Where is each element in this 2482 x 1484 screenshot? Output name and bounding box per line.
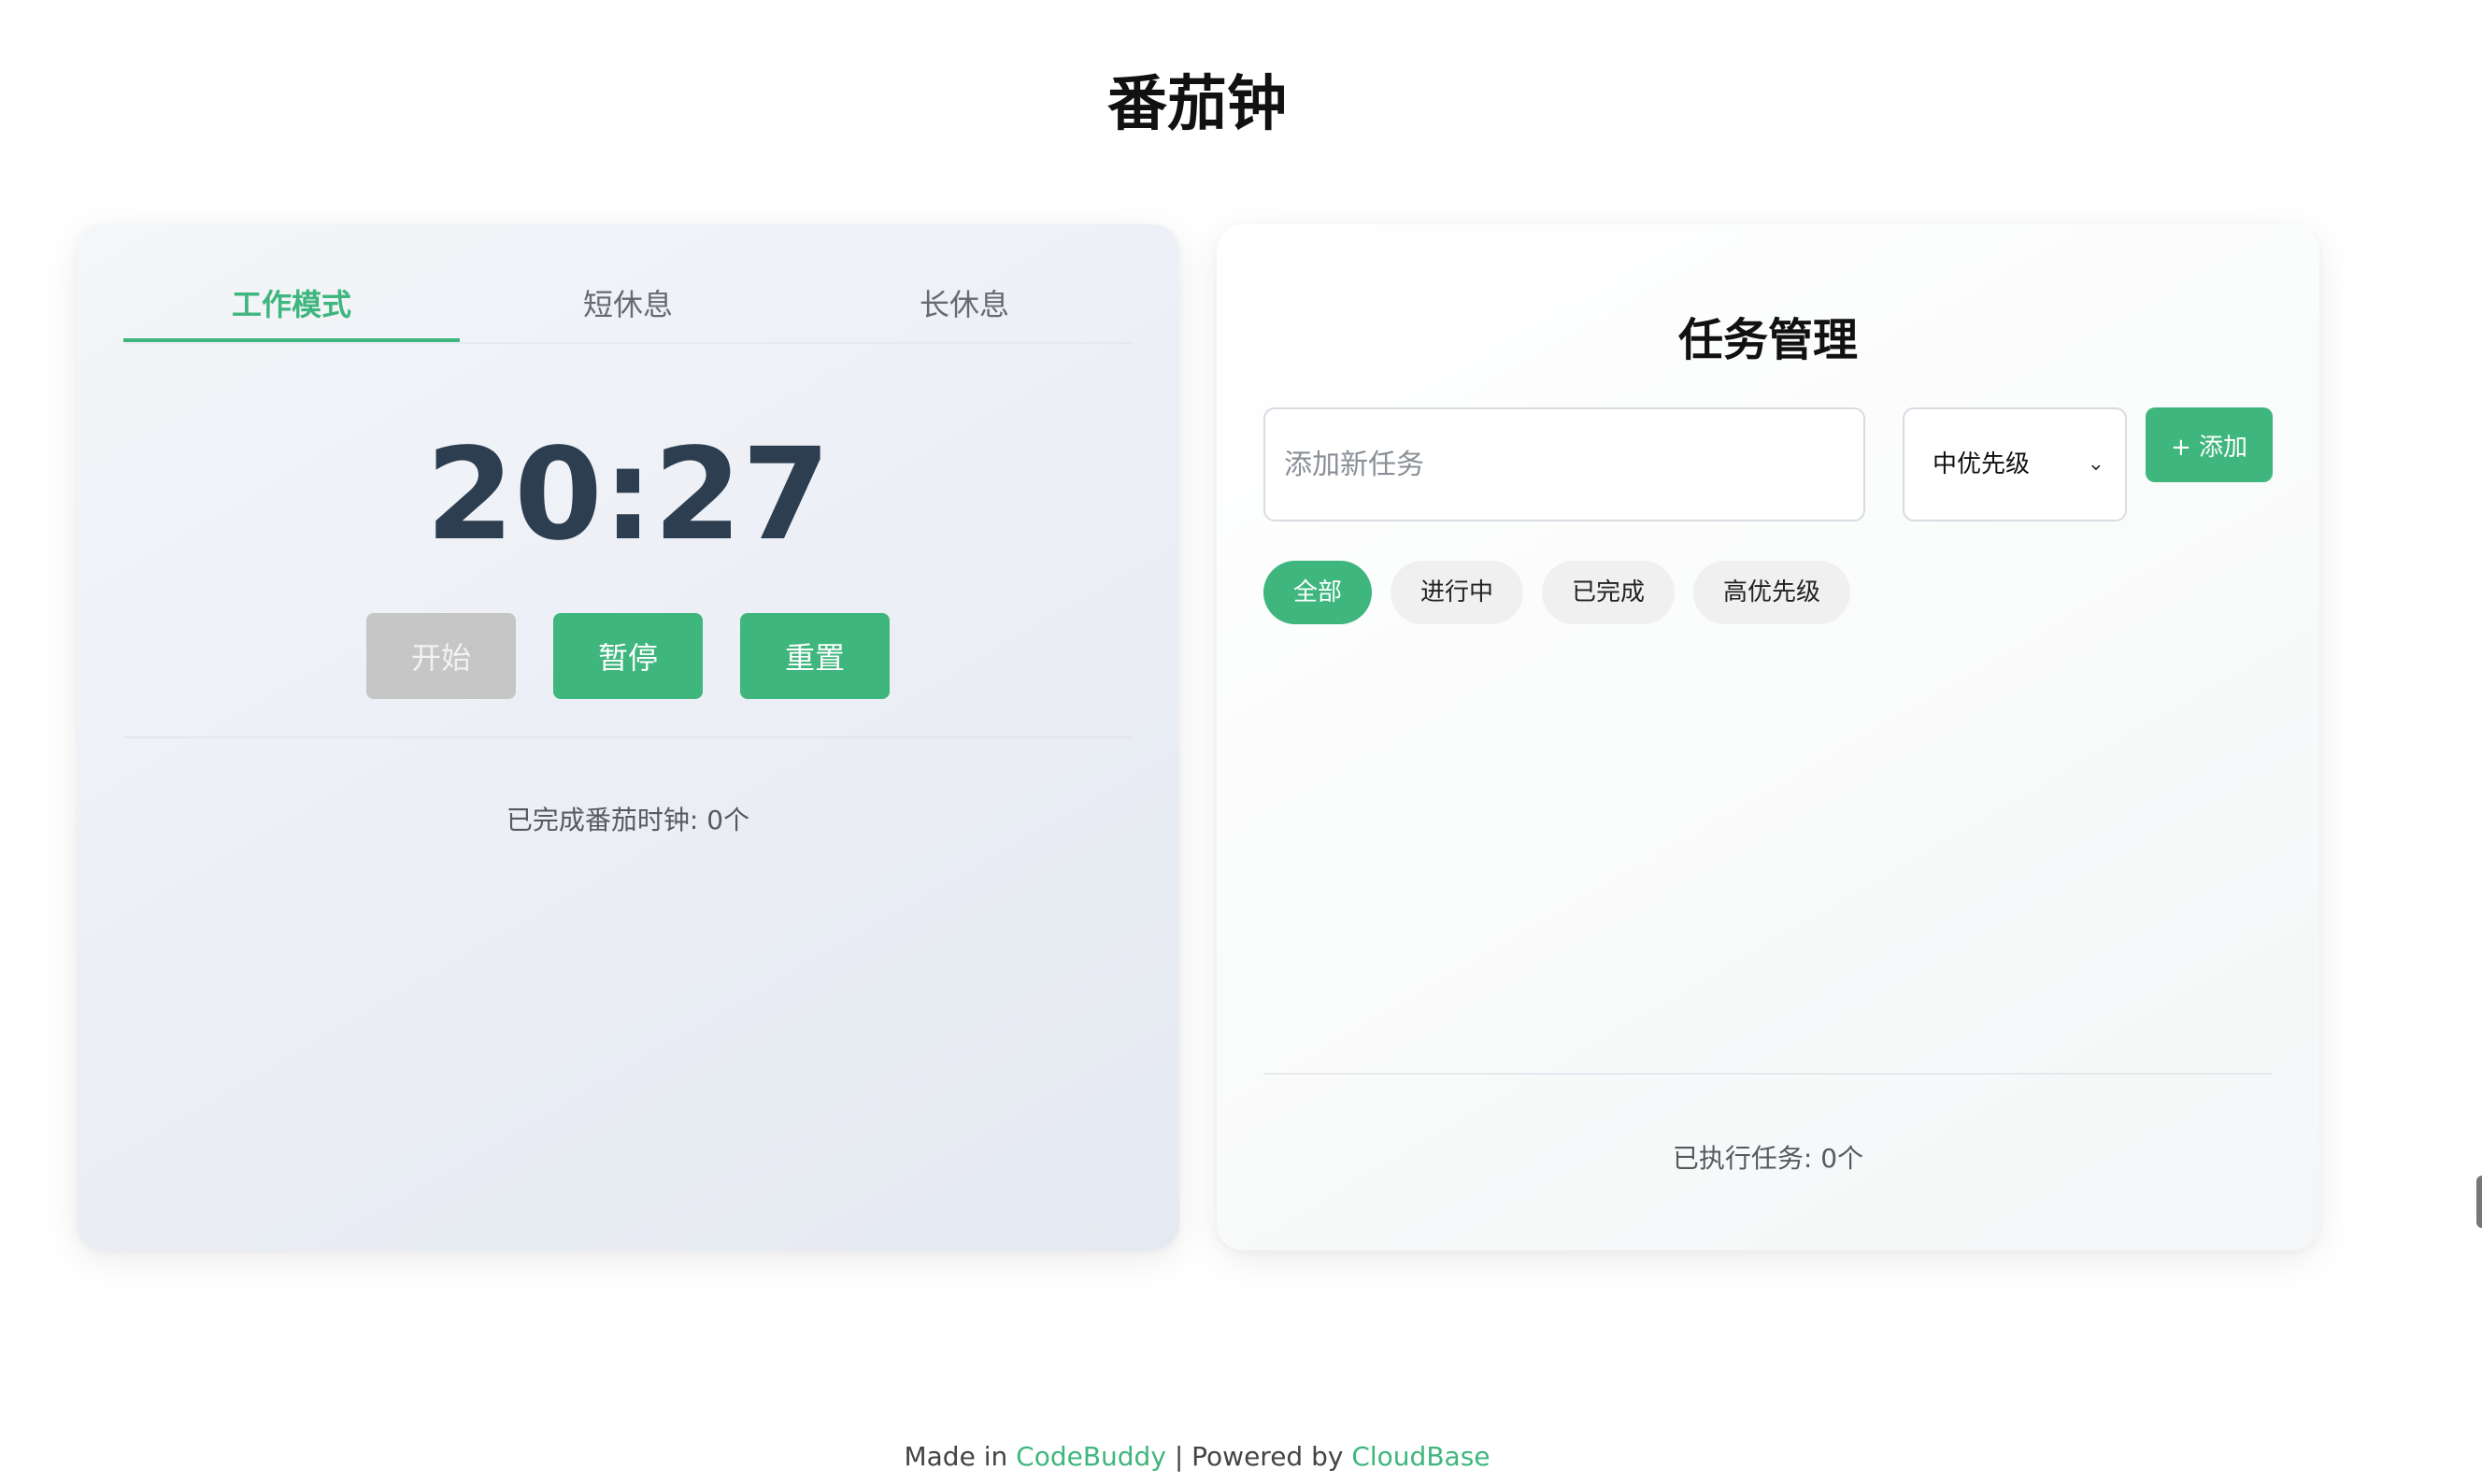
filter-high-priority[interactable]: 高优先级	[1693, 561, 1851, 624]
chevron-down-icon: ⌄	[2087, 452, 2104, 476]
divider	[123, 736, 1133, 738]
codebuddy-link[interactable]: CodeBuddy	[1016, 1441, 1166, 1472]
divider	[1263, 1073, 2273, 1075]
task-section-title: 任务管理	[1677, 314, 1858, 366]
add-task-button[interactable]: + 添加	[2146, 407, 2273, 482]
priority-select-value: 中优先级	[1933, 450, 2031, 478]
completed-pomodoros: 已完成番茄时钟: 0个	[506, 805, 750, 835]
filter-all[interactable]: 全部	[1263, 561, 1373, 624]
tab-long-break[interactable]: 长休息	[796, 271, 1133, 342]
tab-work-mode[interactable]: 工作模式	[123, 271, 460, 342]
task-card: 任务管理 中优先级 ⌄ + 添加 全部 进行中 已完成 高优先级 已执行任务: …	[1217, 224, 2319, 1250]
pause-button[interactable]: 暂停	[553, 613, 703, 699]
footer-made-in: Made in	[904, 1441, 1008, 1472]
executed-tasks: 已执行任务: 0个	[1672, 1143, 1864, 1174]
task-filters: 全部 进行中 已完成 高优先级	[1263, 561, 1851, 624]
priority-select[interactable]: 中优先级 ⌄	[1903, 407, 2127, 521]
new-task-input[interactable]	[1263, 407, 1865, 521]
footer: Made in CodeBuddy | Powered by CloudBase	[0, 1441, 2394, 1472]
mode-tabs: 工作模式 短休息 长休息	[123, 271, 1133, 344]
filter-in-progress[interactable]: 进行中	[1391, 561, 1524, 624]
timer-display: 20:27	[425, 421, 831, 569]
start-button[interactable]: 开始	[366, 613, 516, 699]
tab-short-break[interactable]: 短休息	[460, 271, 796, 342]
cloudbase-link[interactable]: CloudBase	[1351, 1441, 1490, 1472]
scroll-handle[interactable]	[2476, 1176, 2482, 1228]
filter-completed[interactable]: 已完成	[1542, 561, 1676, 624]
page-title: 番茄钟	[1107, 70, 1287, 139]
reset-button[interactable]: 重置	[740, 613, 890, 699]
timer-card: 工作模式 短休息 长休息 20:27 开始 暂停 重置 已完成番茄时钟: 0个	[77, 224, 1179, 1250]
timer-controls: 开始 暂停 重置	[77, 613, 1179, 699]
footer-powered-by: | Powered by	[1174, 1441, 1344, 1472]
